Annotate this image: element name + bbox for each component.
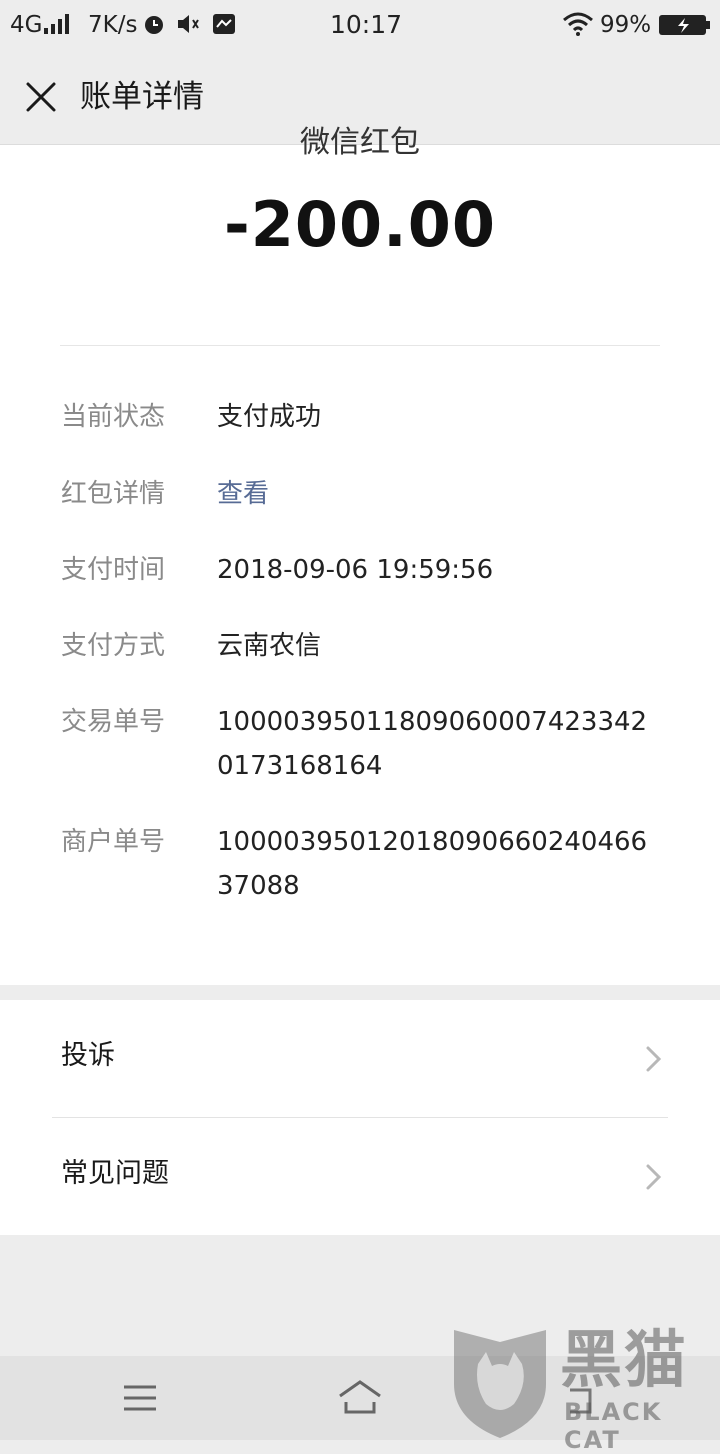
battery-icon [659, 15, 710, 35]
complaint-label: 投诉 [61, 1040, 115, 1071]
watermark: 黑猫 BLACK CAT [440, 1320, 720, 1454]
watermark-en: BLACK CAT [564, 1398, 663, 1454]
network-speed: 7K/s [88, 12, 138, 38]
faq-item[interactable]: 常见问题 [0, 1118, 720, 1235]
cat-shield-icon [454, 1330, 546, 1438]
home-icon[interactable] [336, 1378, 384, 1416]
pay-time-value: 2018-09-06 19:59:56 [217, 555, 494, 585]
alarm-icon [145, 16, 163, 34]
bill-card: 微信红包 -200.00 当前状态 支付成功 红包详情 查看 支付时间 2018… [0, 125, 720, 985]
menu-icon[interactable] [122, 1384, 158, 1412]
pay-method-value: 云南农信 [217, 631, 322, 661]
bill-type-title: 微信红包 [300, 125, 420, 160]
network-type: 4G [10, 12, 43, 38]
battery-percent: 99% [600, 12, 652, 38]
status-label: 当前状态 [61, 402, 166, 432]
clock: 10:17 [330, 10, 403, 39]
watermark-cn: 黑猫 [560, 1323, 689, 1396]
transaction-id-label: 交易单号 [61, 707, 166, 737]
chevron-right-icon [646, 1046, 662, 1072]
signal-icon [44, 14, 74, 34]
chevron-right-icon [646, 1164, 662, 1190]
faq-label: 常见问题 [61, 1158, 169, 1189]
bill-amount: -200.00 [224, 188, 496, 261]
complaint-item[interactable]: 投诉 [0, 1000, 720, 1117]
merchant-id-value: 10000395012018090660240466 37088 [217, 827, 648, 901]
redpacket-detail-label: 红包详情 [61, 479, 166, 509]
help-list: 投诉 常见问题 [0, 1000, 720, 1235]
close-icon[interactable] [22, 78, 60, 116]
pay-time-label: 支付时间 [61, 555, 166, 585]
status-bar: 4G 7K/s 10:17 99% [0, 0, 720, 50]
status-value: 支付成功 [217, 402, 322, 432]
merchant-id-label: 商户单号 [61, 827, 166, 857]
pay-method-label: 支付方式 [61, 631, 166, 661]
divider [60, 345, 660, 346]
wifi-icon [563, 12, 593, 36]
vibrate-icon [178, 15, 199, 33]
page-title: 账单详情 [80, 79, 204, 115]
view-redpacket-link[interactable]: 查看 [217, 472, 657, 516]
transaction-id-value: 10000395011809060007423342 0173168164 [217, 707, 648, 781]
notification-icon [213, 14, 235, 34]
